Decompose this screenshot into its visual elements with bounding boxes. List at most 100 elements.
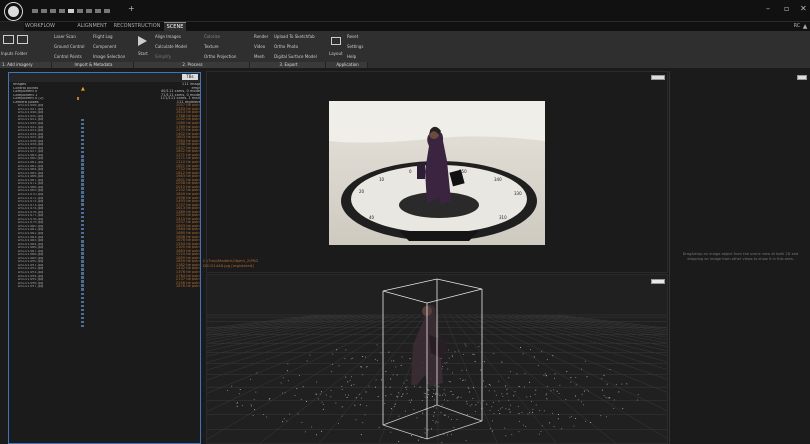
colorize-button[interactable]: Colorize: [204, 34, 220, 39]
cloud-point: [556, 390, 558, 392]
cloud-point: [517, 406, 519, 407]
view-layout-button[interactable]: [651, 75, 665, 80]
cloud-point: [466, 401, 468, 402]
tab-reconstruction[interactable]: RECONSTRUCTION: [112, 22, 162, 31]
maximize-icon[interactable]: ▫: [784, 4, 789, 13]
collapse-ribbon-icon[interactable]: ▲: [800, 22, 810, 31]
cloud-point: [450, 381, 451, 383]
cloud-point: [360, 366, 361, 368]
image-status-icon: [81, 223, 85, 228]
cloud-point: [475, 404, 477, 406]
cloud-point: [541, 351, 543, 353]
cloud-point: [432, 420, 434, 421]
close-icon[interactable]: ✕: [800, 4, 807, 13]
cloud-point: [573, 425, 575, 427]
cloud-point: [316, 393, 318, 395]
cloud-point: [322, 404, 324, 405]
ortho-projection-button[interactable]: Ortho Projection: [204, 54, 236, 59]
cloud-point: [606, 383, 608, 385]
cloud-point: [332, 353, 334, 355]
tab-alignment[interactable]: ALIGNMENT: [72, 22, 112, 31]
cloud-point: [506, 388, 508, 390]
quick-access-icon[interactable]: [41, 9, 47, 13]
cloud-point: [537, 365, 539, 366]
reset-button[interactable]: Reset: [347, 34, 358, 39]
cloud-point: [618, 391, 620, 393]
cloud-point: [581, 393, 583, 395]
flight-log-button[interactable]: Flight Log: [93, 34, 113, 39]
cloud-point: [586, 376, 588, 378]
start-button[interactable]: Start: [138, 51, 148, 56]
cloud-point: [398, 392, 399, 394]
cloud-point: [527, 413, 529, 415]
cloud-point: [305, 431, 306, 433]
panel-toolbar-button[interactable]: TBs: [182, 74, 198, 80]
component-button[interactable]: Component: [93, 44, 116, 49]
calculate-model-button[interactable]: Calculate Model: [155, 44, 187, 49]
settings-button[interactable]: Settings: [347, 44, 363, 49]
control-points-button[interactable]: Control Points: [54, 54, 82, 59]
cloud-point: [316, 381, 318, 383]
image-status-icon: [81, 320, 85, 325]
view-layout-button[interactable]: [651, 279, 665, 284]
layout-button[interactable]: Layout: [329, 51, 343, 56]
simplify-button[interactable]: Simplify: [155, 54, 171, 59]
2d-side-view[interactable]: Drag&drop an image object from the scene…: [669, 71, 810, 444]
folder-button[interactable]: Folder: [15, 51, 27, 56]
image-status-icon: [81, 122, 85, 127]
cloud-point: [584, 390, 585, 392]
cloud-point: [361, 397, 362, 399]
cloud-point: [495, 394, 497, 396]
upload-sketchfab-button[interactable]: Upload To Sketchfab: [274, 34, 315, 39]
digital-surface-model-button[interactable]: Digital Surface Model: [274, 54, 317, 59]
quick-access-icon[interactable]: [86, 9, 92, 13]
align-images-button[interactable]: Align Images: [155, 34, 181, 39]
quick-access-icon[interactable]: [104, 9, 110, 13]
mesh-button[interactable]: Mesh: [254, 54, 265, 59]
ortho-photo-button[interactable]: Ortho Photo: [274, 44, 298, 49]
image-status-icon: [81, 134, 85, 139]
ground-control-button[interactable]: Ground Control: [54, 44, 84, 49]
quick-access-icon[interactable]: [95, 9, 101, 13]
cloud-point: [341, 386, 343, 387]
laser-scan-button[interactable]: Laser Scan: [54, 34, 76, 39]
quick-access-icon[interactable]: [50, 9, 56, 13]
quick-access-icon[interactable]: [77, 9, 83, 13]
cloud-point: [325, 394, 327, 396]
cloud-point: [472, 398, 474, 399]
minimize-icon[interactable]: –: [766, 4, 770, 13]
cloud-point: [553, 426, 555, 427]
image-status-icon: [81, 235, 85, 240]
add-tab-icon[interactable]: +: [128, 4, 135, 13]
view-layout-button[interactable]: [797, 75, 807, 80]
cloud-point: [341, 415, 343, 417]
cloud-point: [557, 418, 559, 420]
video-button[interactable]: Video: [254, 44, 265, 49]
quick-access-icon[interactable]: [32, 9, 38, 13]
cloud-point: [501, 407, 503, 409]
tab-workflow[interactable]: WORKFLOW: [24, 22, 56, 31]
quick-access-icon[interactable]: [59, 9, 65, 13]
image-selection-button[interactable]: Image Selection: [93, 54, 125, 59]
cloud-point: [430, 428, 432, 430]
cloud-point: [375, 379, 377, 381]
image-status-icon: [81, 207, 85, 212]
quick-access-icon[interactable]: [68, 9, 74, 13]
cloud-point: [510, 371, 511, 373]
image-status-icon: [81, 171, 85, 175]
cloud-point: [348, 394, 349, 396]
cloud-point: [463, 354, 465, 355]
cloud-point: [432, 396, 433, 398]
2d-view[interactable]: 20 10 0 350 340 330 40 310: [206, 71, 668, 273]
render-button[interactable]: Render: [254, 34, 268, 39]
cloud-point: [442, 366, 443, 367]
cloud-point: [435, 407, 437, 409]
image-list-item[interactable]: DSC01497.jpg: [13, 285, 83, 289]
3d-view[interactable]: [206, 274, 668, 444]
inputs-button[interactable]: Inputs: [1, 51, 13, 56]
cloud-point: [365, 391, 367, 393]
texture-button[interactable]: Texture: [204, 44, 219, 49]
image-status-icon: [81, 118, 85, 123]
help-button[interactable]: Help: [347, 54, 356, 59]
tab-scene[interactable]: SCENE: [164, 22, 186, 31]
